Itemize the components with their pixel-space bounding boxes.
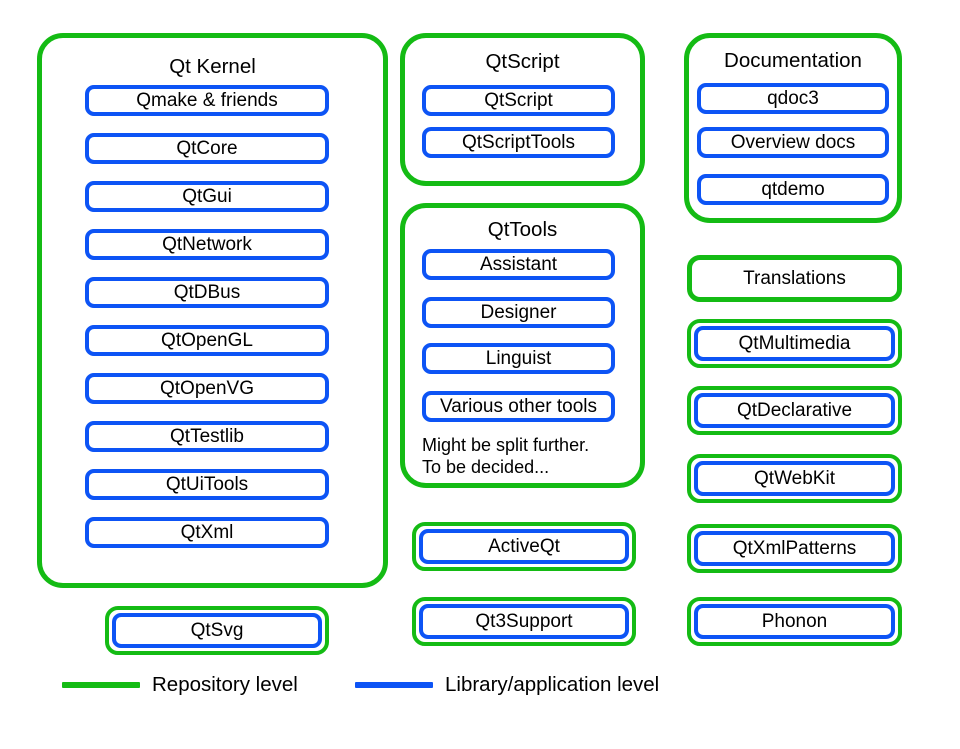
repo-library-inner: QtDeclarative xyxy=(694,393,895,428)
repo-library-box-qtxmlpatterns[interactable]: QtXmlPatterns xyxy=(687,524,902,573)
library-label: qtdemo xyxy=(761,178,825,200)
repo-library-label: QtDeclarative xyxy=(736,399,853,421)
repo-title-qtscript: QtScript xyxy=(485,50,560,73)
library-label: QtUiTools xyxy=(165,473,249,495)
library-label: Overview docs xyxy=(730,131,856,153)
repo-library-inner: ActiveQt xyxy=(419,529,629,564)
repo-library-box-activeqt[interactable]: ActiveQt xyxy=(412,522,636,571)
repo-library-inner: QtMultimedia xyxy=(694,326,895,361)
library-label: QtXml xyxy=(180,521,234,543)
repo-library-box-qt3support[interactable]: Qt3Support xyxy=(412,597,636,646)
library-label: qdoc3 xyxy=(767,87,819,109)
library-label: Assistant xyxy=(479,253,558,275)
repo-library-box-qtwebkit[interactable]: QtWebKit xyxy=(687,454,902,503)
repo-label: Translations xyxy=(743,267,846,289)
repo-title-qttools: QtTools xyxy=(487,218,558,241)
library-label: QtGui xyxy=(182,185,232,207)
repo-library-inner: QtSvg xyxy=(112,613,322,648)
library-box-qtcore[interactable]: QtCore xyxy=(85,133,329,164)
library-box-qtopenvg[interactable]: QtOpenVG xyxy=(85,373,329,404)
library-label: Various other tools xyxy=(439,395,597,417)
library-box-qdoc3[interactable]: qdoc3 xyxy=(697,83,889,114)
library-label: Linguist xyxy=(485,347,552,369)
repo-library-box-qtsvg[interactable]: QtSvg xyxy=(105,606,329,655)
library-label: QtOpenVG xyxy=(160,377,254,399)
library-box-qtdemo[interactable]: qtdemo xyxy=(697,174,889,205)
library-box-qtgui[interactable]: QtGui xyxy=(85,181,329,212)
library-label: QtTestlib xyxy=(170,425,244,447)
repo-library-label: QtMultimedia xyxy=(738,332,851,354)
library-box-linguist[interactable]: Linguist xyxy=(422,343,615,374)
library-label: Qmake & friends xyxy=(136,89,278,111)
library-box-designer[interactable]: Designer xyxy=(422,297,615,328)
library-label: QtCore xyxy=(176,137,238,159)
legend-swatch-library-application-level xyxy=(355,682,433,688)
library-box-overview-docs[interactable]: Overview docs xyxy=(697,127,889,158)
repo-library-inner: QtWebKit xyxy=(694,461,895,496)
library-box-qtuitools[interactable]: QtUiTools xyxy=(85,469,329,500)
legend-label-library-application-level: Library/application level xyxy=(445,673,660,696)
repo-library-box-phonon[interactable]: Phonon xyxy=(687,597,902,646)
library-box-qtopengl[interactable]: QtOpenGL xyxy=(85,325,329,356)
library-label: QtScript xyxy=(484,89,553,111)
library-box-qtscript[interactable]: QtScript xyxy=(422,85,615,116)
repo-library-label: ActiveQt xyxy=(488,535,560,557)
library-box-qmake-and-friends[interactable]: Qmake & friends xyxy=(85,85,329,116)
repo-library-box-qtmultimedia[interactable]: QtMultimedia xyxy=(687,319,902,368)
repo-title-qt-kernel: Qt Kernel xyxy=(169,55,256,78)
library-label: QtNetwork xyxy=(162,233,252,255)
library-label: QtDBus xyxy=(173,281,241,303)
library-box-qtdbus[interactable]: QtDBus xyxy=(85,277,329,308)
diagram-canvas: Qt Kernel Qmake & friends QtCore QtGui Q… xyxy=(0,0,960,749)
library-box-qtnetwork[interactable]: QtNetwork xyxy=(85,229,329,260)
repo-library-box-qtdeclarative[interactable]: QtDeclarative xyxy=(687,386,902,435)
repo-library-label: Phonon xyxy=(761,610,828,632)
legend-swatch-repository-level xyxy=(62,682,140,688)
repo-library-inner: Phonon xyxy=(694,604,895,639)
library-box-qtscripttools[interactable]: QtScriptTools xyxy=(422,127,615,158)
repo-title-documentation: Documentation xyxy=(724,49,862,72)
legend-label-repository-level: Repository level xyxy=(152,673,298,696)
repo-library-label: Qt3Support xyxy=(475,610,573,632)
repo-box-translations[interactable]: Translations xyxy=(687,255,902,302)
library-box-qtxml[interactable]: QtXml xyxy=(85,517,329,548)
repo-library-label: QtSvg xyxy=(190,619,244,641)
library-box-qttestlib[interactable]: QtTestlib xyxy=(85,421,329,452)
library-box-various-other-tools[interactable]: Various other tools xyxy=(422,391,615,422)
library-label: Designer xyxy=(480,301,557,323)
repo-library-label: QtXmlPatterns xyxy=(732,537,857,559)
library-label: QtOpenGL xyxy=(161,329,253,351)
library-label: QtScriptTools xyxy=(462,131,575,153)
repo-library-inner: QtXmlPatterns xyxy=(694,531,895,566)
qttools-note: Might be split further. To be decided... xyxy=(422,435,590,477)
repo-library-inner: Qt3Support xyxy=(419,604,629,639)
repo-panel-qt-kernel xyxy=(37,33,388,588)
repo-library-label: QtWebKit xyxy=(754,467,835,489)
library-box-assistant[interactable]: Assistant xyxy=(422,249,615,280)
